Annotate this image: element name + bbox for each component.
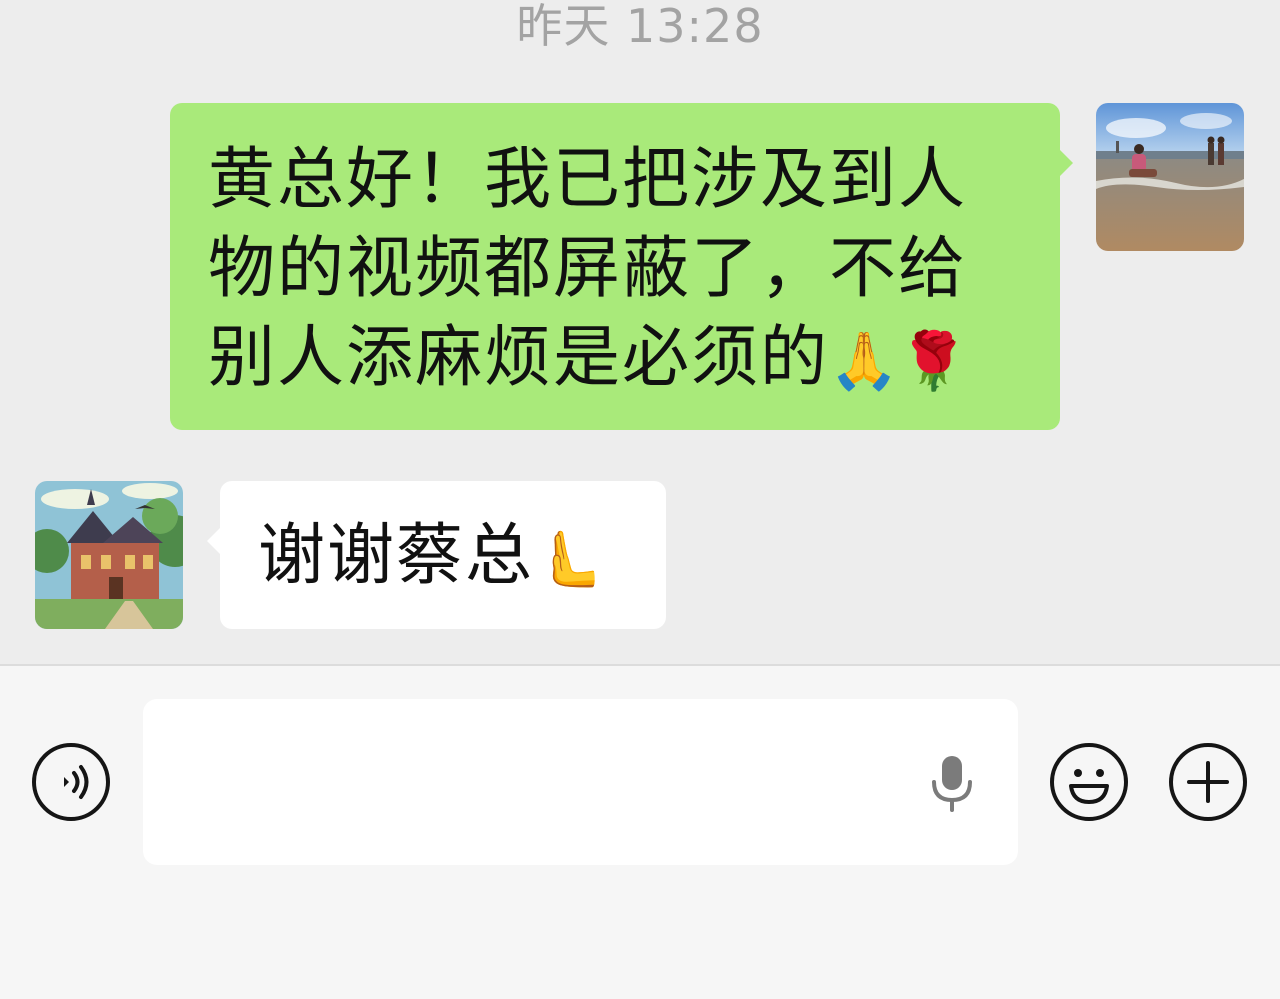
voice-icon[interactable] [31,742,111,822]
message-timestamp: 昨天 13:28 [516,0,764,53]
illustrated-house-avatar-image [35,481,183,629]
incoming-message-emoji: 🫷 [534,527,604,592]
incoming-message-bubble[interactable]: 谢谢蔡总🫷 [207,481,666,629]
message-input[interactable] [143,699,1018,865]
emoji-icon[interactable] [1049,742,1129,822]
message-input-bar [0,664,1280,999]
self-avatar[interactable] [1096,103,1244,251]
mic-icon[interactable] [928,754,976,814]
outgoing-message-emoji: 🙏🌹 [829,329,969,394]
incoming-message-text: 谢谢蔡总 [258,516,534,594]
plus-icon[interactable] [1168,742,1248,822]
beach-photo-avatar-image [1096,103,1244,251]
contact-avatar[interactable] [35,481,183,629]
chat-area[interactable]: 昨天 13:28 黄总好！我已把涉及到人物的视频都屏蔽了，不给别人添麻烦是必须的… [0,0,1280,664]
outgoing-message-bubble[interactable]: 黄总好！我已把涉及到人物的视频都屏蔽了，不给别人添麻烦是必须的🙏🌹 [170,103,1073,430]
